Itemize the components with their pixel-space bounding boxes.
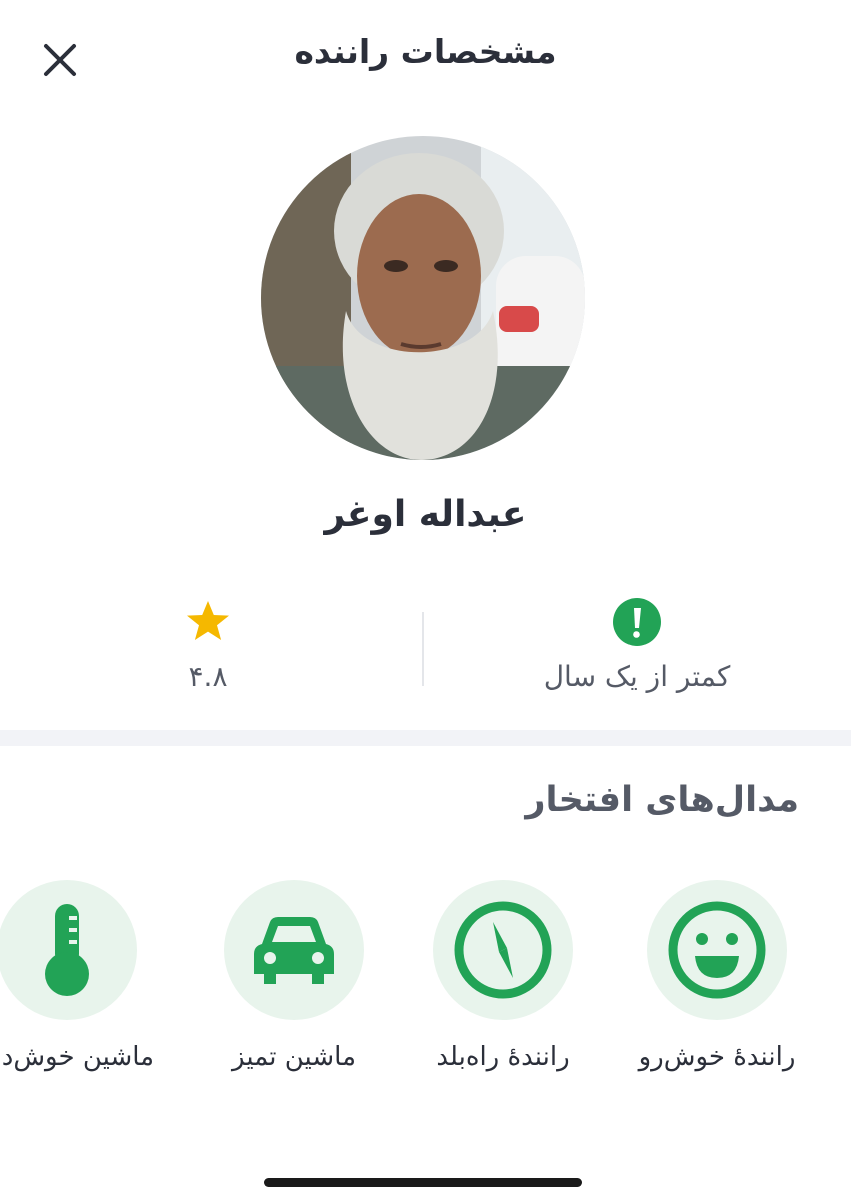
medals-list: رانندهٔ خوش‌رو رانندهٔ راه‌بلد ماشین تمی… [0, 880, 851, 1080]
medal-item-clean-car[interactable]: ماشین تمیز [184, 880, 404, 1080]
medal-badge [224, 880, 364, 1020]
driver-name: عبداله اوغر [324, 494, 527, 535]
stats-divider [422, 612, 424, 686]
medal-badge [647, 880, 787, 1020]
rating-stat: ۴.۸ [8, 590, 408, 700]
driver-avatar [261, 136, 585, 460]
compass-icon [454, 901, 552, 999]
thermometer-icon [45, 904, 89, 996]
medals-section-title: مدال‌های افتخار [525, 780, 799, 820]
experience-stat: کمتر از یک سال [437, 590, 837, 700]
rating-value: ۴.۸ [188, 660, 228, 693]
smile-icon [668, 901, 766, 999]
car-icon [254, 917, 334, 984]
driver-photo [261, 136, 585, 460]
experience-label: کمتر از یک سال [543, 660, 731, 693]
section-separator [0, 730, 851, 746]
exclamation-icon [613, 598, 661, 646]
medal-item-comfortable-car[interactable]: ماشین خوش‌دما [0, 880, 177, 1080]
medal-badge [0, 880, 137, 1020]
medal-badge [433, 880, 573, 1020]
medal-label: ماشین خوش‌دما [0, 1042, 155, 1072]
driver-stats: ۴.۸ کمتر از یک سال [0, 590, 851, 700]
home-indicator[interactable] [264, 1178, 582, 1187]
header: مشخصات راننده [0, 0, 851, 112]
star-icon [187, 601, 229, 640]
page-title: مشخصات راننده [294, 32, 557, 71]
